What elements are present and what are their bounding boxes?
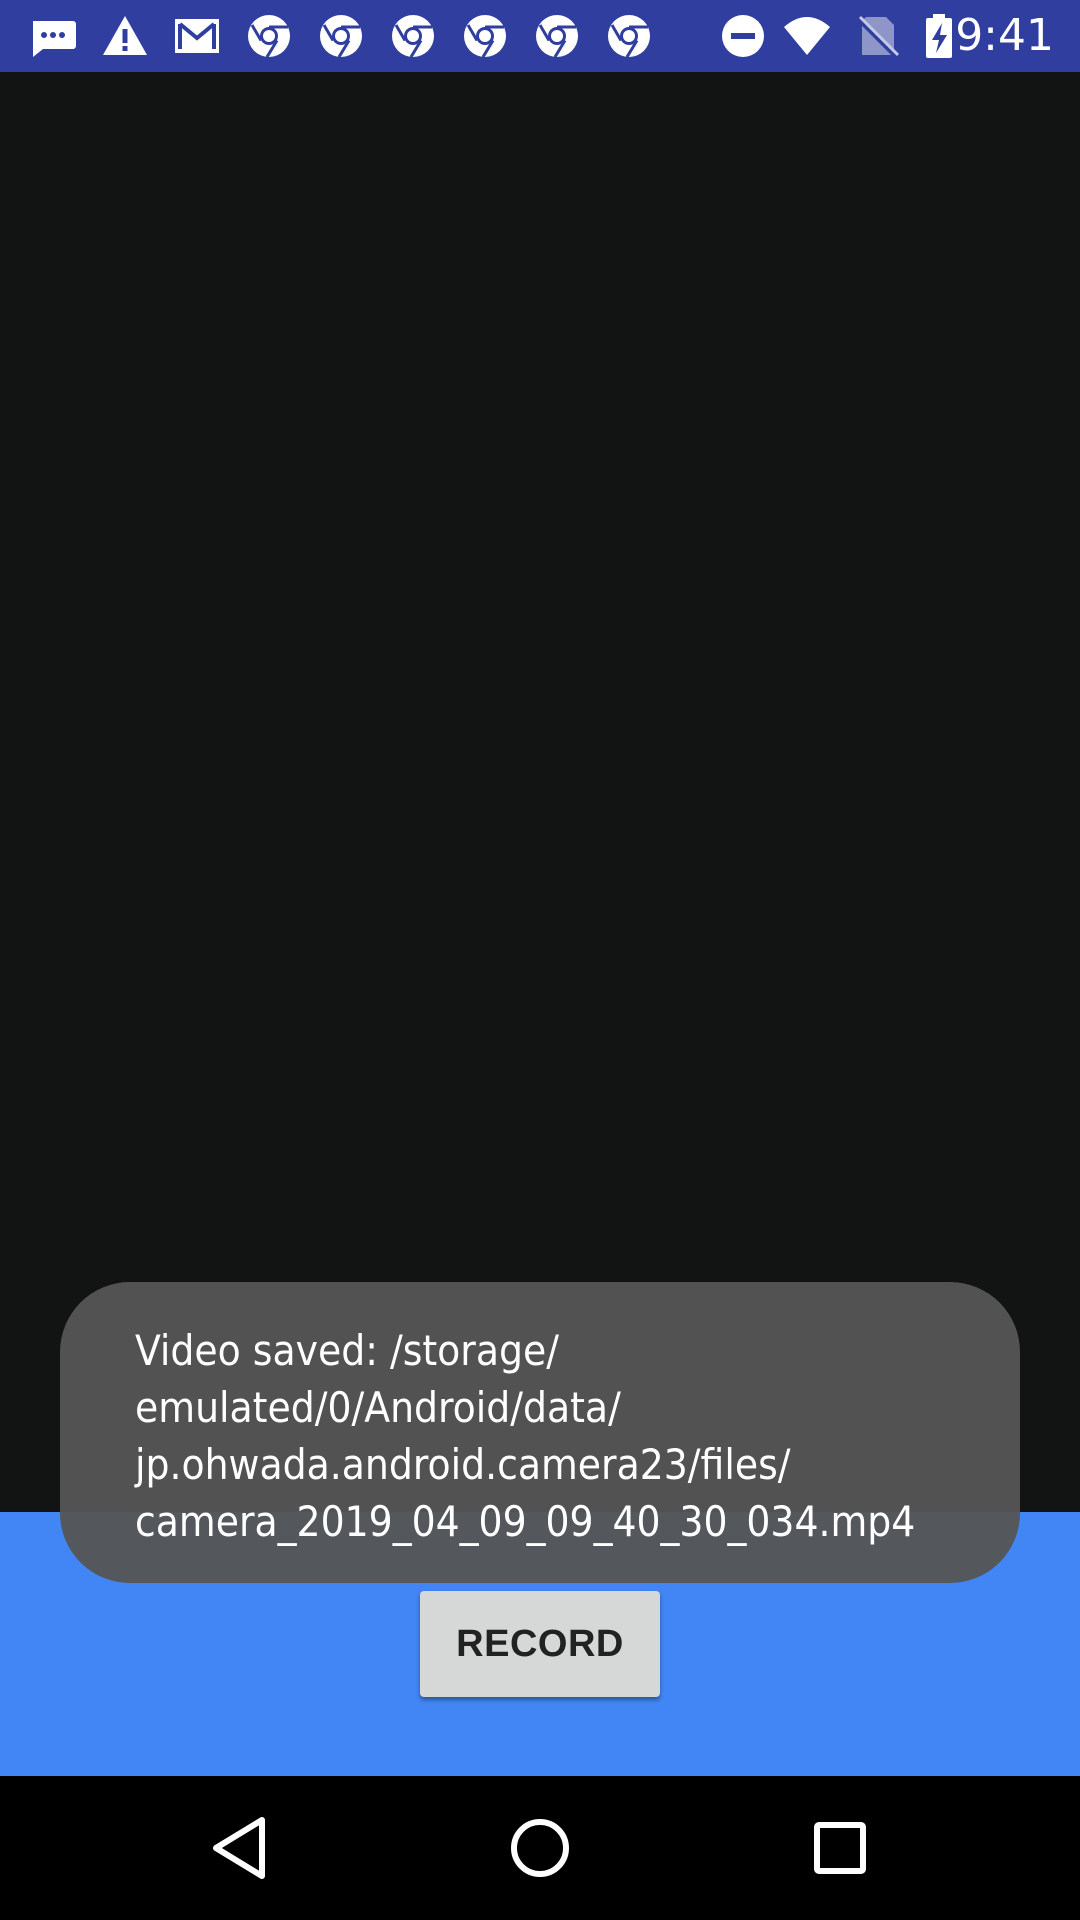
- gmail-icon: [172, 11, 222, 61]
- toast-line: camera_2019_04_09_09_40_30_034.mp4: [135, 1497, 916, 1546]
- toast-text: Video saved: /storage/ emulated/0/Androi…: [135, 1322, 980, 1550]
- chrome-icon: [316, 11, 366, 61]
- chrome-icon: [604, 11, 654, 61]
- chrome-icon: [460, 11, 510, 61]
- back-icon[interactable]: [200, 1808, 280, 1888]
- chrome-icon: [532, 11, 582, 61]
- do-not-disturb-icon: [718, 11, 768, 61]
- toast-message: Video saved: /storage/ emulated/0/Androi…: [60, 1282, 1020, 1583]
- home-icon[interactable]: [500, 1808, 580, 1888]
- messages-icon: [28, 11, 78, 61]
- warning-icon: [100, 11, 150, 61]
- navigation-bar: [0, 1776, 1080, 1920]
- toast-line: emulated/0/Android/data/: [135, 1383, 621, 1432]
- chrome-icon: [388, 11, 438, 61]
- status-bar: 9:41: [0, 0, 1080, 72]
- no-sim-icon: [852, 11, 902, 61]
- toast-line: Video saved: /storage/: [135, 1326, 559, 1375]
- recents-icon[interactable]: [800, 1808, 880, 1888]
- record-button[interactable]: RECORD: [420, 1591, 660, 1697]
- status-bar-clock: 9:41: [955, 10, 1054, 61]
- chrome-icon: [244, 11, 294, 61]
- wifi-icon: [782, 11, 832, 61]
- toast-line: jp.ohwada.android.camera23/files/: [135, 1440, 791, 1489]
